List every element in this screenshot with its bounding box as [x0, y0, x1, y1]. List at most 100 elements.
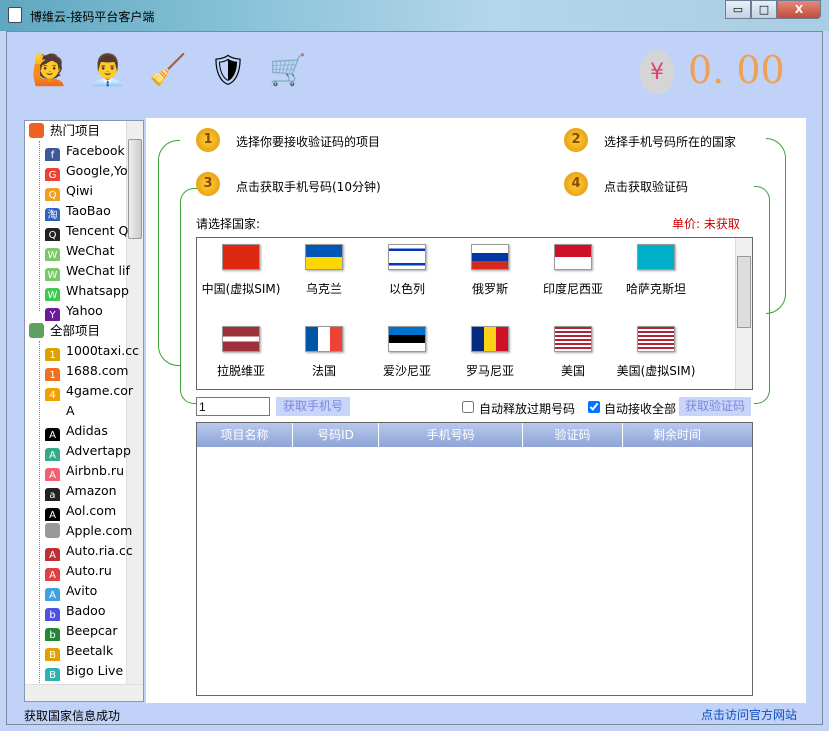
country-item[interactable]: 罗马尼亚	[448, 320, 532, 379]
country-item[interactable]: 法国	[282, 320, 366, 379]
country-item[interactable]: 以色列	[365, 238, 449, 297]
tree-group[interactable]: 热门项目	[29, 121, 139, 141]
auto-receive-checkbox[interactable]	[588, 401, 600, 413]
tree-item[interactable]: A Auto.ria.cc	[45, 541, 143, 561]
country-item[interactable]: 哈萨克斯坦	[614, 238, 698, 297]
tree-item[interactable]: Apple.com	[45, 521, 143, 541]
money-bag-icon: ¥	[640, 50, 674, 94]
col-phone-number[interactable]: 手机号码	[379, 423, 523, 447]
close-button[interactable]: X	[777, 0, 821, 19]
get-phone-button[interactable]: 获取手机号	[276, 397, 350, 416]
tree-item[interactable]: 淘 TaoBao	[45, 201, 143, 221]
country-item[interactable]: 拉脱维亚	[199, 320, 283, 379]
support-agent-icon[interactable]: 👨‍💼	[88, 50, 128, 92]
project-logo-icon: Q	[45, 228, 60, 241]
help-user-icon[interactable]: 🙋	[30, 50, 70, 92]
shield-icon[interactable]: 🛡	[208, 50, 248, 92]
tree-horizontal-scrollbar[interactable]	[25, 684, 143, 701]
country-name: 美国	[560, 364, 585, 378]
country-flag-icon	[554, 244, 592, 270]
tree-item[interactable]: A Auto.ru	[45, 561, 143, 581]
tree-item-label: 1000taxi.cc	[66, 343, 139, 358]
country-flag-icon	[554, 326, 592, 352]
phone-table[interactable]: 项目名称 号码ID 手机号码 验证码 剩余时间	[196, 422, 753, 696]
tree-item[interactable]: A Advertapp	[45, 441, 143, 461]
tree-item[interactable]: 1 1688.com	[45, 361, 143, 381]
tree-item[interactable]: Q Tencent Q	[45, 221, 143, 241]
country-item[interactable]: 印度尼西亚	[531, 238, 615, 297]
tree-item[interactable]: f Facebook	[45, 141, 143, 161]
tree-item[interactable]: Q Qiwi	[45, 181, 143, 201]
col-remaining-time[interactable]: 剩余时间	[623, 423, 731, 447]
tree-item[interactable]: W WeChat	[45, 241, 143, 261]
tree-item[interactable]: B Bigo Live	[45, 661, 143, 681]
title-bar: 博维云-接码平台客户端 ▭ □ X	[0, 0, 829, 31]
tree-item-label: Amazon	[66, 483, 117, 498]
country-grid-scrollbar[interactable]	[735, 238, 752, 389]
project-logo-icon	[45, 403, 60, 418]
tree-item[interactable]: 1 1000taxi.cc	[45, 341, 143, 361]
country-item[interactable]: 爱沙尼亚	[365, 320, 449, 379]
tree-item-label: Apple.com	[66, 523, 133, 538]
tree-item[interactable]: W WeChat lif	[45, 261, 143, 281]
auto-release-checkbox[interactable]	[462, 401, 474, 413]
country-name: 罗马尼亚	[465, 364, 514, 378]
cart-icon[interactable]: 🛒	[268, 50, 308, 92]
tree-item[interactable]: A Avito	[45, 581, 143, 601]
tree-item[interactable]: a Amazon	[45, 481, 143, 501]
project-logo-icon: A	[45, 568, 60, 581]
country-grid[interactable]: 中国(虚拟SIM) 乌克兰 以色列 俄罗斯 印度尼西亚 哈萨克斯坦拉脱维亚 法国 爱沙尼亚 罗马…	[196, 237, 753, 390]
auto-release-label: 自动释放过期号码	[479, 402, 576, 416]
col-code[interactable]: 验证码	[523, 423, 623, 447]
guide-arrow-1	[158, 140, 180, 366]
project-logo-icon: W	[45, 268, 60, 281]
country-item[interactable]: 乌克兰	[282, 238, 366, 297]
country-item[interactable]: 中国(虚拟SIM)	[199, 238, 283, 297]
col-number-id[interactable]: 号码ID	[293, 423, 379, 447]
project-logo-icon: W	[45, 288, 60, 301]
tree-item[interactable]: 4 4game.cor	[45, 381, 143, 401]
project-logo-icon: 1	[45, 368, 60, 381]
folder-icon	[29, 123, 44, 138]
tree-item[interactable]: A Airbnb.ru	[45, 461, 143, 481]
tree-item[interactable]: b Badoo	[45, 601, 143, 621]
window-title: 博维云-接码平台客户端	[30, 10, 155, 24]
col-project-name[interactable]: 项目名称	[197, 423, 293, 447]
tree-item[interactable]: b Beepcar	[45, 621, 143, 641]
project-logo-icon: A	[45, 548, 60, 561]
tree-item[interactable]: Y Yahoo	[45, 301, 143, 321]
project-tree[interactable]: 热门项目 f Facebook G Google,Yo Q Qiwi 淘 TaoBao Q Tenc…	[24, 120, 144, 702]
project-logo-icon: Q	[45, 188, 60, 201]
auto-receive-label: 自动接收全部	[604, 402, 677, 416]
country-item[interactable]: 美国	[531, 320, 615, 379]
maximize-button[interactable]: □	[751, 0, 777, 19]
official-site-link[interactable]: 点击访问官方网站	[701, 706, 797, 723]
country-item[interactable]: 美国(虚拟SIM)	[614, 320, 698, 379]
project-logo-icon: B	[45, 648, 60, 661]
step-4-badge: 4	[564, 172, 588, 196]
tree-item-label: WeChat	[66, 243, 115, 258]
tree-item[interactable]: A Adidas	[45, 421, 143, 441]
tree-item[interactable]: A	[45, 401, 143, 421]
step-3-text: 点击获取手机号码(10分钟)	[236, 180, 381, 194]
minimize-button[interactable]: ▭	[725, 0, 751, 19]
tree-group[interactable]: 全部项目	[29, 321, 139, 341]
country-name: 拉脱维亚	[216, 364, 265, 378]
tree-item-label: Beetalk	[66, 643, 114, 658]
tree-item[interactable]: W Whatsapp	[45, 281, 143, 301]
tree-item-label: Bigo Live	[66, 663, 124, 678]
folder-icon	[29, 323, 44, 338]
country-flag-icon	[305, 326, 343, 352]
country-flag-icon	[222, 244, 260, 270]
tree-item[interactable]: B Beetalk	[45, 641, 143, 661]
country-name: 俄罗斯	[471, 282, 508, 296]
quantity-input[interactable]	[196, 397, 270, 416]
country-item[interactable]: 俄罗斯	[448, 238, 532, 297]
broom-clean-icon[interactable]: 🧹	[148, 50, 188, 92]
tree-item-label: Yahoo	[66, 303, 103, 318]
get-code-button[interactable]: 获取验证码	[679, 397, 751, 416]
project-logo-icon: 淘	[45, 208, 60, 221]
tree-item[interactable]: A Aol.com	[45, 501, 143, 521]
tree-item[interactable]: G Google,Yo	[45, 161, 143, 181]
table-header: 项目名称 号码ID 手机号码 验证码 剩余时间	[197, 423, 752, 447]
